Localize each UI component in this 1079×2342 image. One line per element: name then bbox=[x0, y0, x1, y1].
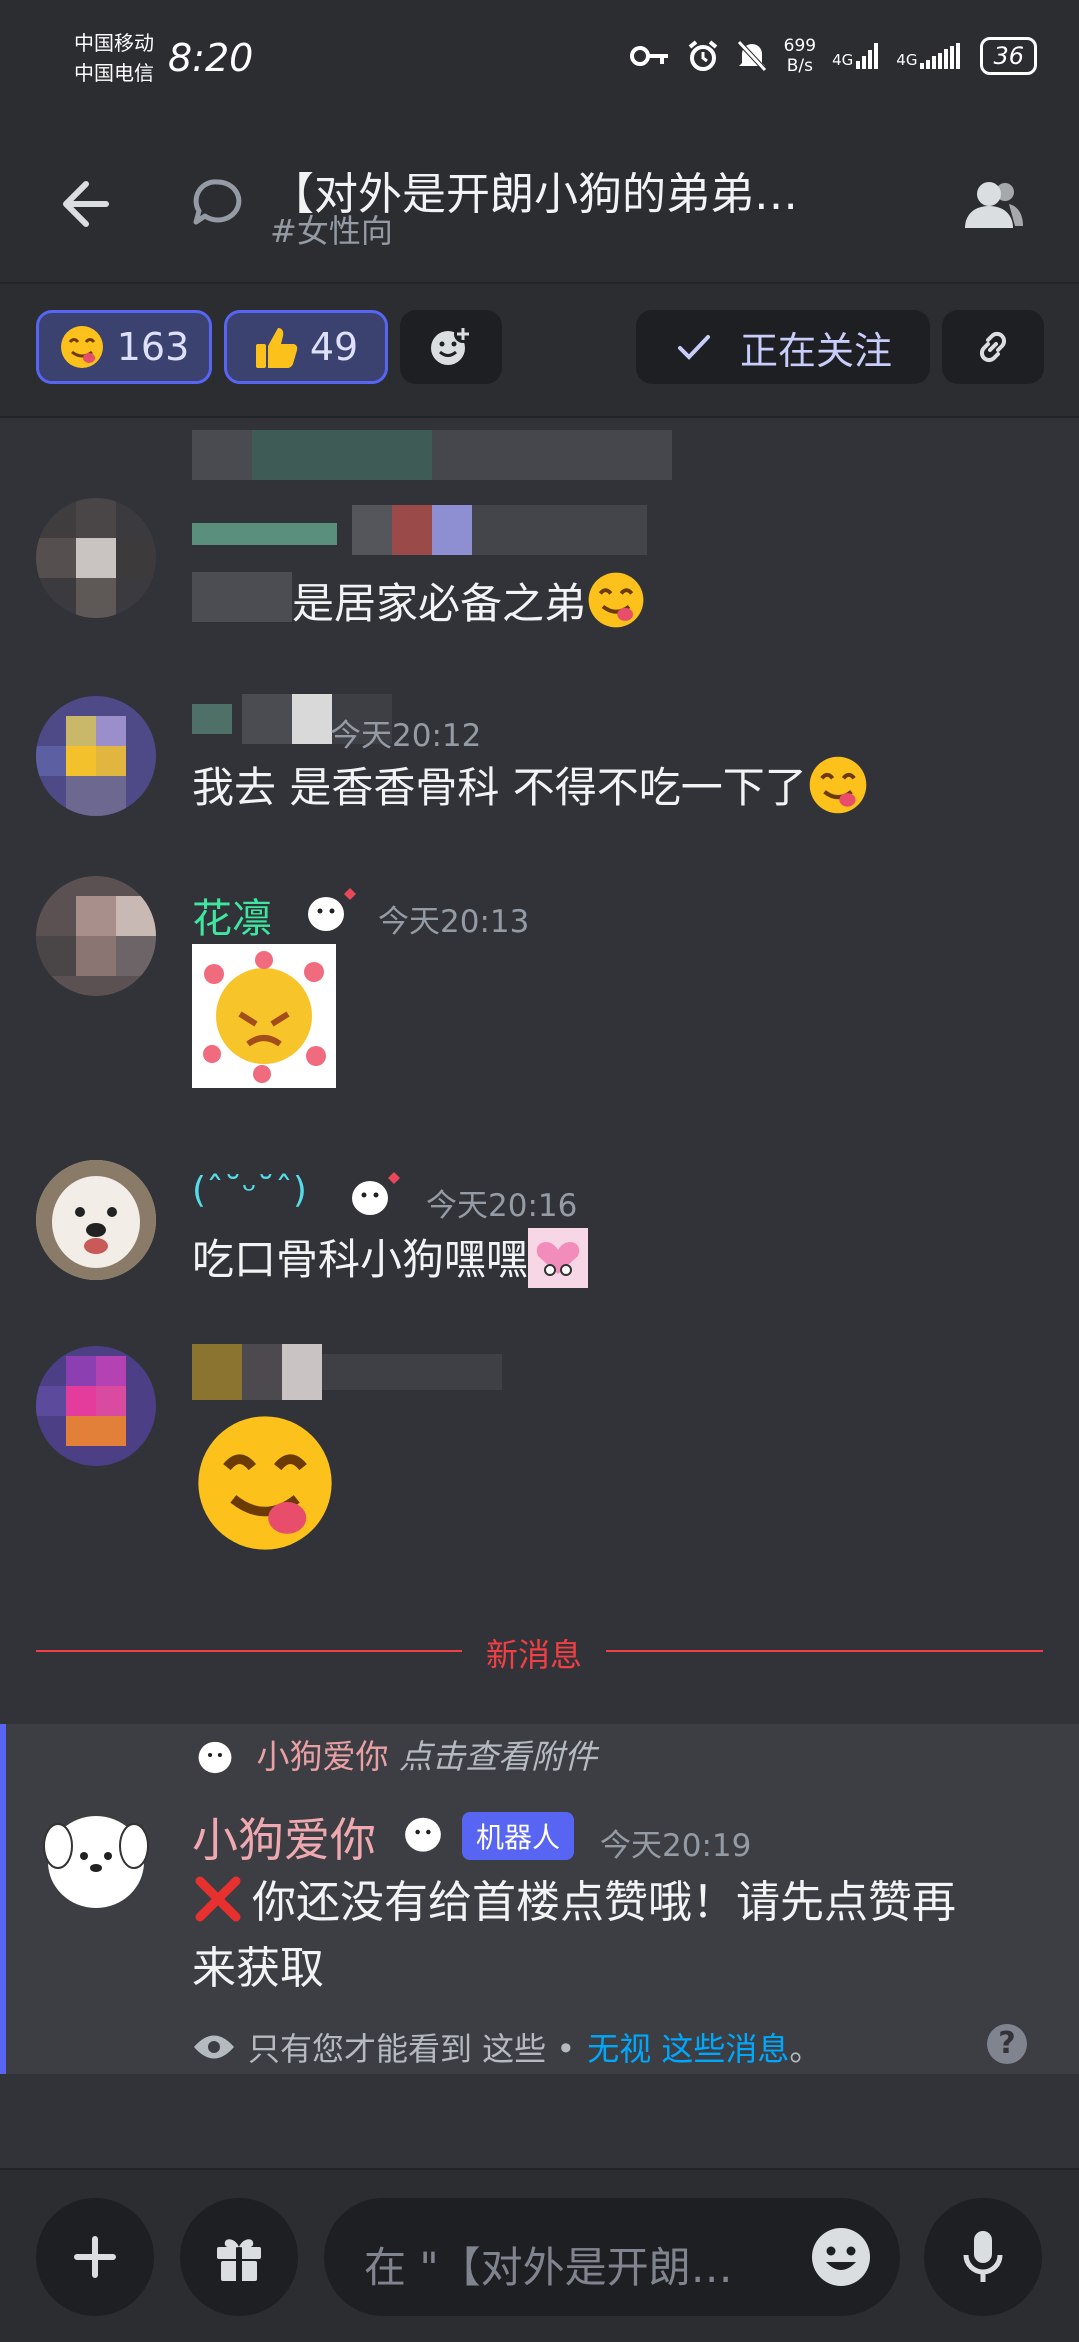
message-timestamp: 今天20:19 bbox=[600, 1828, 752, 1864]
gift-button[interactable] bbox=[180, 2198, 298, 2316]
yum-emoji-icon bbox=[60, 326, 103, 368]
big-yum-emoji-icon bbox=[198, 1416, 332, 1550]
avatar[interactable] bbox=[36, 498, 156, 618]
message-input[interactable]: 在 "【对外是开朗小狗的弟弟… bbox=[324, 2198, 900, 2316]
avatar[interactable] bbox=[36, 876, 156, 996]
net-speed: 699 B/s bbox=[783, 36, 817, 76]
signal-bars-icon bbox=[920, 43, 961, 69]
reaction-bar: 163 49 正在关注 bbox=[0, 284, 1079, 418]
carrier-1: 中国移动 bbox=[74, 31, 154, 55]
message-timestamp: 今天20:13 bbox=[378, 904, 530, 940]
signal-2: 4G bbox=[896, 43, 964, 69]
carrier-labels: 中国移动 中国电信 bbox=[74, 28, 154, 88]
reply-reference[interactable]: 小狗爱你 点击查看附件 bbox=[192, 1730, 597, 1778]
message-text: 我去 是香香骨科 不得不吃一下了 bbox=[192, 754, 869, 816]
voice-message-button[interactable] bbox=[924, 2198, 1042, 2316]
pixelated-text bbox=[192, 430, 672, 480]
reply-hint: 点击查看附件 bbox=[399, 1737, 597, 1776]
battery-indicator: 36 bbox=[980, 37, 1037, 75]
love-sticker-icon bbox=[203, 951, 326, 1083]
signal-bars-icon bbox=[856, 43, 879, 69]
bot-message-text: 你还没有给首楼点赞哦！请先点赞再 来获取 bbox=[192, 1870, 1042, 2002]
status-time: 8:20 bbox=[168, 36, 254, 80]
signal-1: 4G bbox=[832, 43, 880, 69]
bot-author[interactable]: 小狗爱你 bbox=[192, 1804, 376, 1870]
message-author[interactable]: 花凛 bbox=[192, 886, 272, 944]
checkmark-icon bbox=[677, 335, 710, 360]
message-timestamp: 今天20:16 bbox=[426, 1188, 578, 1224]
status-icons: 699 B/s 4G 4G 36 bbox=[629, 36, 1037, 76]
reaction-count: 49 bbox=[309, 325, 359, 369]
dog-role-icon bbox=[308, 888, 356, 931]
ephemeral-footer: 只有您才能看到 这些 • 无视 这些消息。 bbox=[192, 2024, 821, 2070]
yum-emoji-icon bbox=[809, 756, 867, 814]
message-text: 吃口骨科小狗嘿嘿 bbox=[192, 1226, 589, 1288]
status-bar: 中国移动 中国电信 8:20 699 B/s 4G 4G 36 bbox=[0, 0, 1079, 120]
attach-button[interactable] bbox=[36, 2198, 154, 2316]
yum-emoji-icon bbox=[588, 572, 644, 628]
pixelated-author-name bbox=[192, 1344, 502, 1400]
message-composer: 在 "【对外是开朗小狗的弟弟… bbox=[0, 2168, 1079, 2342]
new-messages-label: 新消息 bbox=[462, 1630, 607, 1676]
message-timestamp: 今天20:12 bbox=[330, 718, 482, 754]
thumbs-up-icon bbox=[255, 328, 298, 368]
reaction-yum[interactable]: 163 bbox=[36, 310, 212, 384]
channel-subtitle: #女性向 bbox=[270, 212, 393, 250]
pixelated-avatar-icon bbox=[36, 876, 156, 996]
bot-badge: 机器人 bbox=[462, 1812, 575, 1860]
eye-icon bbox=[194, 2035, 234, 2059]
gift-icon bbox=[217, 2239, 261, 2281]
dog-role-icon bbox=[405, 1817, 441, 1852]
bot-avatar[interactable] bbox=[36, 1800, 156, 1920]
message-input-placeholder: 在 "【对外是开朗小狗的弟弟… bbox=[364, 2243, 764, 2292]
dog-role-icon bbox=[198, 1741, 232, 1774]
avatar[interactable] bbox=[36, 1346, 156, 1466]
microphone-icon bbox=[963, 2231, 1003, 2282]
pixelated-text bbox=[192, 505, 647, 555]
message-text: 是居家必备之弟 bbox=[292, 570, 646, 631]
help-button[interactable]: ? bbox=[987, 2024, 1027, 2064]
plus-icon bbox=[74, 2236, 116, 2278]
dog-heart-sticker-icon bbox=[528, 1228, 589, 1288]
pixelated-text bbox=[192, 572, 292, 622]
dog-avatar-icon bbox=[36, 1160, 156, 1280]
alarm-icon bbox=[688, 40, 717, 71]
reaction-count: 163 bbox=[116, 325, 190, 369]
following-button[interactable]: 正在关注 bbox=[636, 310, 930, 384]
reaction-thumbs-up[interactable]: 49 bbox=[224, 310, 388, 384]
add-reaction-icon bbox=[431, 325, 472, 365]
pixelated-avatar-icon bbox=[36, 696, 156, 816]
avatar[interactable] bbox=[36, 1160, 156, 1280]
back-arrow-icon[interactable] bbox=[52, 172, 116, 236]
dismiss-message-link[interactable]: 无视 这些消息 bbox=[587, 2024, 789, 2070]
copy-link-button[interactable] bbox=[942, 310, 1044, 384]
carrier-2: 中国电信 bbox=[74, 61, 154, 85]
thread-icon bbox=[193, 179, 242, 225]
message-author[interactable]: (ˆ˘ᵕ˘ˆ) bbox=[192, 1170, 307, 1211]
pixelated-avatar-icon bbox=[36, 498, 156, 618]
pixelated-avatar-icon bbox=[36, 1346, 156, 1466]
emoji-picker-icon[interactable] bbox=[810, 2226, 872, 2288]
reply-author: 小狗爱你 bbox=[256, 1737, 389, 1776]
avatar[interactable] bbox=[36, 696, 156, 816]
key-icon bbox=[629, 46, 668, 66]
mute-bell-icon bbox=[736, 40, 767, 72]
sticker-image[interactable] bbox=[192, 944, 336, 1088]
add-reaction-button[interactable] bbox=[400, 310, 502, 384]
members-icon[interactable] bbox=[959, 172, 1027, 240]
link-icon bbox=[979, 331, 1007, 363]
dog-role-icon bbox=[352, 1172, 400, 1215]
following-label: 正在关注 bbox=[739, 328, 892, 373]
cross-mark-icon bbox=[195, 1876, 241, 1922]
dog-avatar-icon bbox=[43, 1816, 149, 1908]
channel-header: 【对外是开朗小狗的弟弟… #女性向 bbox=[0, 120, 1079, 284]
